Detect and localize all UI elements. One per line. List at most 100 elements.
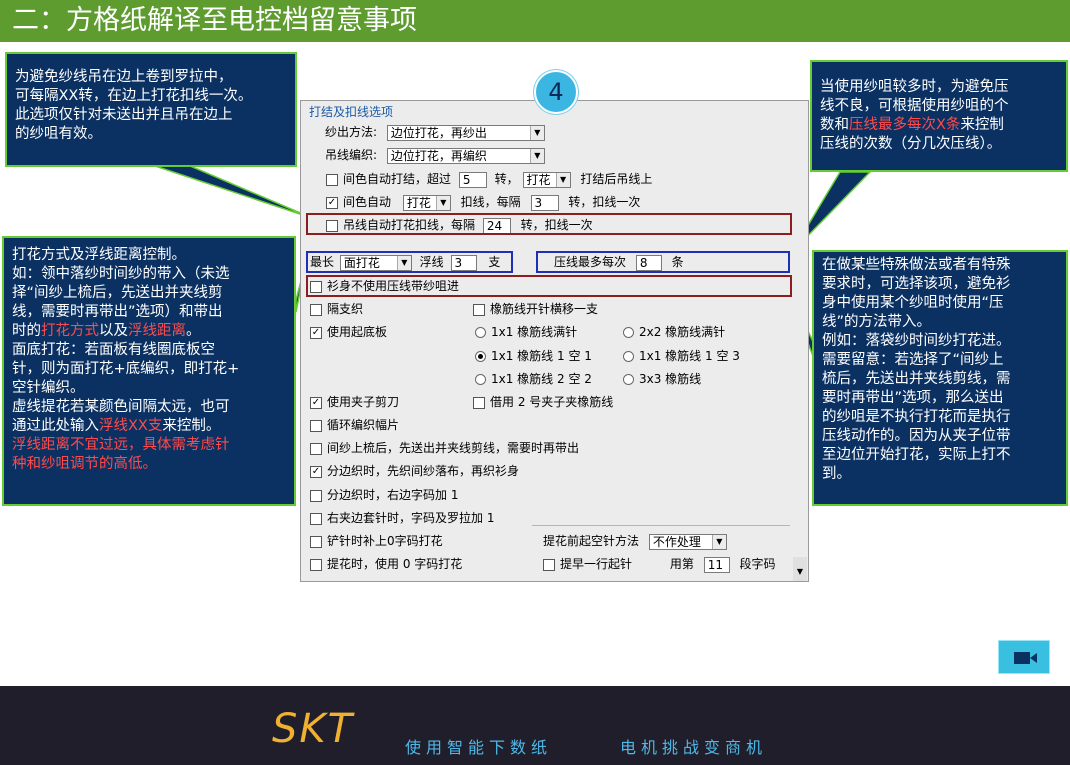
borrow-clip-checkbox[interactable] — [473, 396, 485, 409]
highlight-box-hang-auto — [306, 213, 792, 235]
early-row-checkbox[interactable] — [543, 558, 555, 571]
chevron-down-icon: ▼ — [529, 148, 544, 163]
hang-row: 吊线编织: 边位打花，再编织 ▼ — [325, 147, 545, 164]
highlight-box-float — [306, 251, 513, 273]
callout-text: 通过此处输入 — [12, 418, 99, 434]
loop-width-label: 循环编织幅片 — [327, 418, 400, 432]
auto-knot-row: 间色自动打结，超过 5 转， 打花 ▼ 打结后吊线上 — [326, 171, 652, 188]
callout-text: 数和 — [820, 117, 849, 133]
auto-knot-checkbox[interactable] — [326, 173, 338, 186]
radio-label: 1x1 橡筋线 2 空 2 — [491, 372, 592, 386]
yarn-out-select[interactable]: 边位打花，再纱出 ▼ — [386, 124, 545, 141]
auto-color-select-value: 打花 — [406, 195, 431, 210]
pre-empty-select[interactable]: 不作处理 ▼ — [648, 533, 727, 550]
callout-line: 的纱咀是不执行打花而是执行 — [822, 409, 1011, 425]
auto-knot-select[interactable]: 打花 ▼ — [522, 171, 571, 188]
radio-option[interactable]: 1x1 橡筋线满针 — [475, 324, 577, 340]
callout-line: 压线的次数（分几次压线）。 — [820, 136, 1002, 152]
auto-color-checkbox[interactable]: ✓ — [326, 196, 338, 209]
radio-button[interactable] — [475, 327, 486, 338]
split-knit-row: ✓ 分边织时，先织间纱落布，再织衫身 — [310, 463, 519, 479]
callout-highlight: 压线最多每次X条 — [849, 117, 961, 133]
callout-line: 此选项仅针对未送出并且吊在边上 — [15, 107, 233, 123]
auto-color-label: 间色自动 — [343, 195, 392, 209]
callout-line: 面底打花：若面板有线圈底板空 — [12, 342, 215, 358]
right-clip-row: 右夹边套针时，字码及罗拉加 1 — [310, 510, 494, 526]
callout-line: 针，则为面打花+底编织，即打花+ — [12, 361, 240, 377]
callout-line: 通过此处输入浮线XX支来控制。 — [12, 417, 286, 436]
clip-cut-row: ✓ 使用夹子剪刀 — [310, 394, 399, 410]
callout-line: 例如：落袋纱时间纱打花进。 — [822, 333, 1011, 349]
highlight-box-press — [536, 251, 790, 273]
callout-line: 种和纱咀调节的高低。 — [12, 456, 157, 472]
callout-text: 以及 — [99, 323, 128, 339]
callout-yarn-hang-note: 为避免纱线吊在边上卷到罗拉中， 可每隔XX转，在边上打花扣线一次。 此选项仅针对… — [5, 52, 297, 167]
gap-comb-checkbox[interactable] — [310, 442, 322, 455]
jacquard0-checkbox[interactable] — [310, 558, 322, 571]
callout-line: 如：领中落纱时间纱的带入（未选 — [12, 266, 230, 282]
brand-logo: SKT — [272, 706, 355, 752]
chevron-down-icon: ▼ — [796, 567, 804, 576]
yarn-out-label: 纱出方法: — [325, 125, 378, 139]
yarn-out-row: 纱出方法: 边位打花，再纱出 ▼ — [325, 124, 545, 141]
callout-line: 至边位开始打花，实际上打不 — [822, 447, 1011, 463]
use-base-row: ✓ 使用起底板 — [310, 324, 387, 340]
yarn-out-value: 边位打花，再纱出 — [390, 125, 487, 140]
auto-knot-select-value: 打花 — [526, 172, 551, 187]
callout-line: 线不良，可根据使用纱咀的个 — [820, 98, 1009, 114]
gap-yarn-row: 隔支织 — [310, 301, 363, 317]
auto-knot-input[interactable]: 5 — [458, 171, 487, 188]
radio-option[interactable]: 1x1 橡筋线 1 空 1 — [475, 348, 592, 364]
callout-line: 在做某些特殊做法或者有特殊 — [822, 257, 1011, 273]
callout-line: 数和压线最多每次X条来控制 — [820, 116, 1058, 135]
radio-button[interactable] — [475, 374, 486, 385]
callout-line: 虚线提花若某颜色间隔太远，也可 — [12, 399, 230, 415]
rib-shift-checkbox[interactable] — [473, 303, 485, 316]
radio-option[interactable]: 3x3 橡筋线 — [623, 371, 701, 387]
auto-knot-unit: 转， — [494, 172, 519, 186]
callout-line: 梳后，先送出并夹线剪线，需 — [822, 371, 1011, 387]
jacquard0-row: 提花时，使用 0 字码打花 — [310, 556, 462, 572]
auto-color-input[interactable]: 3 — [530, 194, 559, 211]
radio-option[interactable]: 2x2 橡筋线满针 — [623, 324, 725, 340]
borrow-clip-label: 借用 2 号夹子夹橡筋线 — [490, 395, 614, 409]
callout-text: 时的 — [12, 323, 41, 339]
callout-highlight: 打花方式 — [41, 323, 99, 339]
loop-width-checkbox[interactable] — [310, 419, 322, 432]
radio-button[interactable] — [623, 351, 634, 362]
radio-button[interactable] — [623, 374, 634, 385]
radio-label: 1x1 橡筋线满针 — [491, 325, 578, 339]
auto-color-select[interactable]: 打花 ▼ — [402, 194, 451, 211]
right-clip-checkbox[interactable] — [310, 512, 322, 525]
radio-option[interactable]: 1x1 橡筋线 2 空 2 — [475, 371, 592, 387]
rib-shift-label: 橡筋线开针横移一支 — [490, 302, 599, 316]
clip-cut-label: 使用夹子剪刀 — [327, 395, 400, 409]
video-button[interactable] — [998, 640, 1050, 674]
shovel-checkbox[interactable] — [310, 535, 322, 548]
clip-cut-checkbox[interactable]: ✓ — [310, 396, 322, 409]
callout-line: 要求时，可选择该项，避免衫 — [822, 276, 1011, 292]
split-right-label: 分边织时，右边字码加 1 — [327, 488, 459, 502]
use-base-checkbox[interactable]: ✓ — [310, 326, 322, 339]
hang-select[interactable]: 边位打花，再编织 ▼ — [386, 147, 545, 164]
callout-line: 时的打花方式以及浮线距离。 — [12, 322, 286, 341]
callout-line: 需要留意：若选择了“间纱上 — [822, 352, 1004, 368]
use-input[interactable]: 11 — [703, 556, 730, 573]
split-knit-label: 分边织时，先织间纱落布，再织衫身 — [327, 464, 520, 478]
footer: SKT 使用智能下数纸 电机挑战变商机 — [0, 686, 1070, 765]
scrollbar[interactable]: ▼ — [793, 557, 807, 581]
pre-empty-value: 不作处理 — [652, 534, 701, 549]
gap-yarn-checkbox[interactable] — [310, 303, 322, 316]
split-right-checkbox[interactable] — [310, 489, 322, 502]
callout-press-count-note: 当使用纱咀较多时，为避免压 线不良，可根据使用纱咀的个 数和压线最多每次X条来控… — [810, 60, 1068, 172]
slogan-left: 使用智能下数纸 — [405, 738, 553, 757]
borrow-clip-row: 借用 2 号夹子夹橡筋线 — [473, 394, 613, 410]
radio-label: 3x3 橡筋线 — [639, 372, 702, 386]
radio-option[interactable]: 1x1 橡筋线 1 空 3 — [623, 348, 740, 364]
radio-button-selected[interactable] — [475, 351, 486, 362]
callout-line: 线”的方法带入。 — [822, 314, 932, 330]
callout-knot-method-note: 打花方式及浮线距离控制。 如：领中落纱时间纱的带入（未选 择“间纱上梳后，先送出… — [2, 236, 296, 506]
split-knit-checkbox[interactable]: ✓ — [310, 465, 322, 478]
radio-button[interactable] — [623, 327, 634, 338]
auto-color-row: ✓ 间色自动 打花 ▼ 扣线，每隔 3 转，扣线一次 — [326, 194, 640, 211]
